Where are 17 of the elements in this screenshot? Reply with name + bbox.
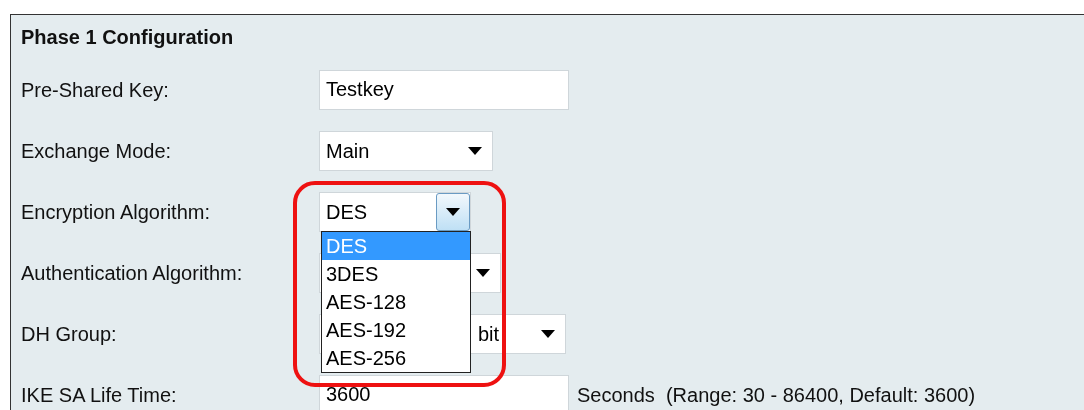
section-title: Phase 1 Configuration [21,25,234,50]
text-field[interactable]: Testkey [319,69,569,110]
dropdown-button[interactable] [436,192,470,231]
caret-icon [468,146,482,155]
caret-icon [541,329,555,338]
field-label: Authentication Algorithm: [21,261,243,284]
field-label: Encryption Algorithm: [21,200,210,223]
field-hint: Seconds (Range: 30 - 86400, Default: 3600) [577,382,976,408]
field-label: IKE SA Life Time: [21,383,177,406]
dropdown-select[interactable]: Main [319,130,493,171]
caret-icon [476,268,490,277]
caret-icon [446,207,460,216]
field-label: Pre-Shared Key: [21,78,169,101]
field-label: DH Group: [21,322,117,345]
text-field[interactable]: 3600 [319,374,569,410]
dropdown-select[interactable]: DES [319,191,471,232]
field-label: Exchange Mode: [21,139,172,162]
